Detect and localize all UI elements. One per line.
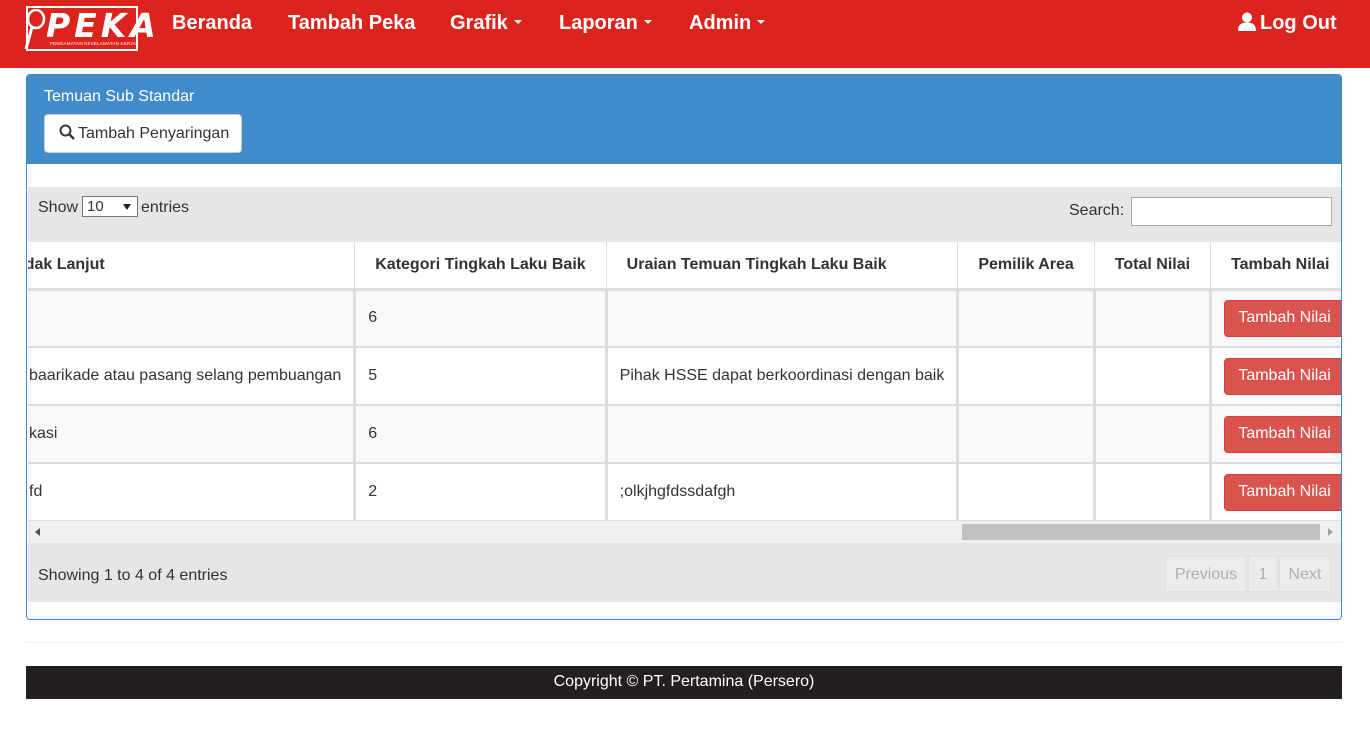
tambah-nilai-button[interactable]: Tambah Nilai	[1224, 299, 1341, 337]
tambah-nilai-button[interactable]: Tambah Nilai	[1224, 473, 1341, 511]
cell-uraian: ;olkjhgfdssdafgh	[606, 463, 960, 521]
page-length-select[interactable]: 10	[82, 196, 138, 217]
table-row: fd 2 ;olkjhgfdssdafgh Tambah Nilai	[28, 463, 1341, 521]
column-header-pemilik-area[interactable]: Pemilik Area	[957, 242, 1095, 291]
cell-pemilik-area	[957, 289, 1096, 348]
cell-total-nilai	[1094, 347, 1213, 406]
cell-uraian	[606, 289, 960, 348]
search-icon	[59, 124, 75, 140]
cell-tindak-lanjut: baarikade atau pasang selang pembuangan	[28, 347, 357, 406]
pagination-page-1[interactable]: 1	[1248, 556, 1278, 592]
cell-total-nilai	[1094, 463, 1213, 521]
pagination-next[interactable]: Next	[1279, 556, 1331, 592]
logo-text: PEKA	[46, 6, 160, 45]
temuan-panel: Temuan Sub Standar Tambah Penyaringan Sh…	[26, 74, 1342, 620]
cell-kategori: 2	[354, 463, 608, 521]
temuan-table: Tindak Lanjut Kategori Tingkah Laku Baik…	[28, 242, 1341, 521]
cell-action: Tambah Nilai	[1210, 289, 1341, 348]
tambah-nilai-button[interactable]: Tambah Nilai	[1224, 357, 1341, 395]
add-filter-button[interactable]: Tambah Penyaringan	[44, 114, 242, 153]
panel-header: Temuan Sub Standar Tambah Penyaringan	[27, 75, 1341, 164]
cell-action: Tambah Nilai	[1210, 347, 1341, 406]
tambah-nilai-button[interactable]: Tambah Nilai	[1224, 415, 1341, 453]
nav-grafik-dropdown[interactable]: Grafik	[450, 11, 522, 35]
column-header-kategori[interactable]: Kategori Tingkah Laku Baik	[354, 242, 607, 291]
scrollbar-thumb[interactable]	[962, 524, 1320, 540]
pagination-previous[interactable]: Previous	[1165, 556, 1247, 592]
nav-admin-dropdown[interactable]: Admin	[689, 11, 766, 35]
cell-pemilik-area	[957, 463, 1096, 521]
dropdown-arrow-icon	[123, 204, 131, 210]
column-header-uraian[interactable]: Uraian Temuan Tingkah Laku Baik	[606, 242, 959, 291]
show-label: Show	[38, 199, 79, 216]
datatable-toolbar: Show 10 entries Search:	[28, 187, 1341, 242]
cell-kategori: 6	[354, 405, 608, 464]
caret-down-icon	[757, 19, 766, 24]
cell-pemilik-area	[957, 405, 1096, 464]
footer: Copyright © PT. Pertamina (Persero)	[26, 666, 1342, 699]
cell-total-nilai	[1094, 289, 1213, 348]
column-header-tindak-lanjut[interactable]: Tindak Lanjut	[28, 242, 356, 291]
user-icon	[1238, 12, 1256, 31]
caret-down-icon	[513, 19, 522, 24]
divider	[26, 642, 1342, 643]
cell-action: Tambah Nilai	[1210, 405, 1341, 464]
cell-tindak-lanjut: kasi	[28, 405, 357, 464]
cell-total-nilai	[1094, 405, 1213, 464]
racket-icon	[24, 9, 46, 50]
column-header-total-nilai[interactable]: Total Nilai	[1094, 242, 1212, 291]
copyright-text: Copyright © PT. Pertamina (Persero)	[553, 673, 815, 690]
cell-uraian: Pihak HSSE dapat berkoordinasi dengan ba…	[606, 347, 960, 406]
logout-link[interactable]: Log Out	[1238, 12, 1337, 35]
entries-label: entries	[141, 199, 190, 216]
cell-tindak-lanjut	[28, 289, 357, 348]
cell-kategori: 6	[354, 289, 608, 348]
nav-laporan-dropdown[interactable]: Laporan	[559, 11, 652, 35]
search-label: Search:	[1069, 202, 1125, 219]
cell-uraian	[606, 405, 960, 464]
panel-title: Temuan Sub Standar	[44, 88, 195, 105]
horizontal-scrollbar[interactable]	[28, 521, 1341, 543]
table-header-row: Tindak Lanjut Kategori Tingkah Laku Baik…	[28, 242, 1341, 291]
table-info: Showing 1 to 4 of 4 entries	[38, 567, 228, 584]
logo-subtitle: PENGAMATAN KESELAMATAN KERJA	[50, 41, 137, 46]
table-row: 6 Tambah Nilai	[28, 289, 1341, 348]
cell-pemilik-area	[957, 347, 1096, 406]
top-navbar: PEKA PENGAMATAN KESELAMATAN KERJA Berand…	[0, 0, 1370, 68]
table-row: kasi 6 Tambah Nilai	[28, 405, 1341, 464]
scroll-left-arrow-icon[interactable]	[35, 528, 40, 536]
column-header-tambah-nilai[interactable]: Tambah Nilai	[1210, 242, 1341, 291]
peka-logo[interactable]: PEKA PENGAMATAN KESELAMATAN KERJA	[24, 6, 156, 51]
nav-beranda[interactable]: Beranda	[172, 11, 252, 35]
cell-tindak-lanjut: fd	[28, 463, 357, 521]
caret-down-icon	[643, 19, 652, 24]
search-input[interactable]	[1131, 197, 1332, 226]
table-scroll-area[interactable]: Tindak Lanjut Kategori Tingkah Laku Baik…	[28, 242, 1341, 521]
cell-kategori: 5	[354, 347, 608, 406]
scroll-right-arrow-icon[interactable]	[1328, 528, 1333, 536]
nav-tambah-peka[interactable]: Tambah Peka	[288, 11, 415, 35]
table-row: baarikade atau pasang selang pembuangan …	[28, 347, 1341, 406]
datatable-footer: Showing 1 to 4 of 4 entries Previous 1 N…	[28, 543, 1341, 602]
cell-action: Tambah Nilai	[1210, 463, 1341, 521]
